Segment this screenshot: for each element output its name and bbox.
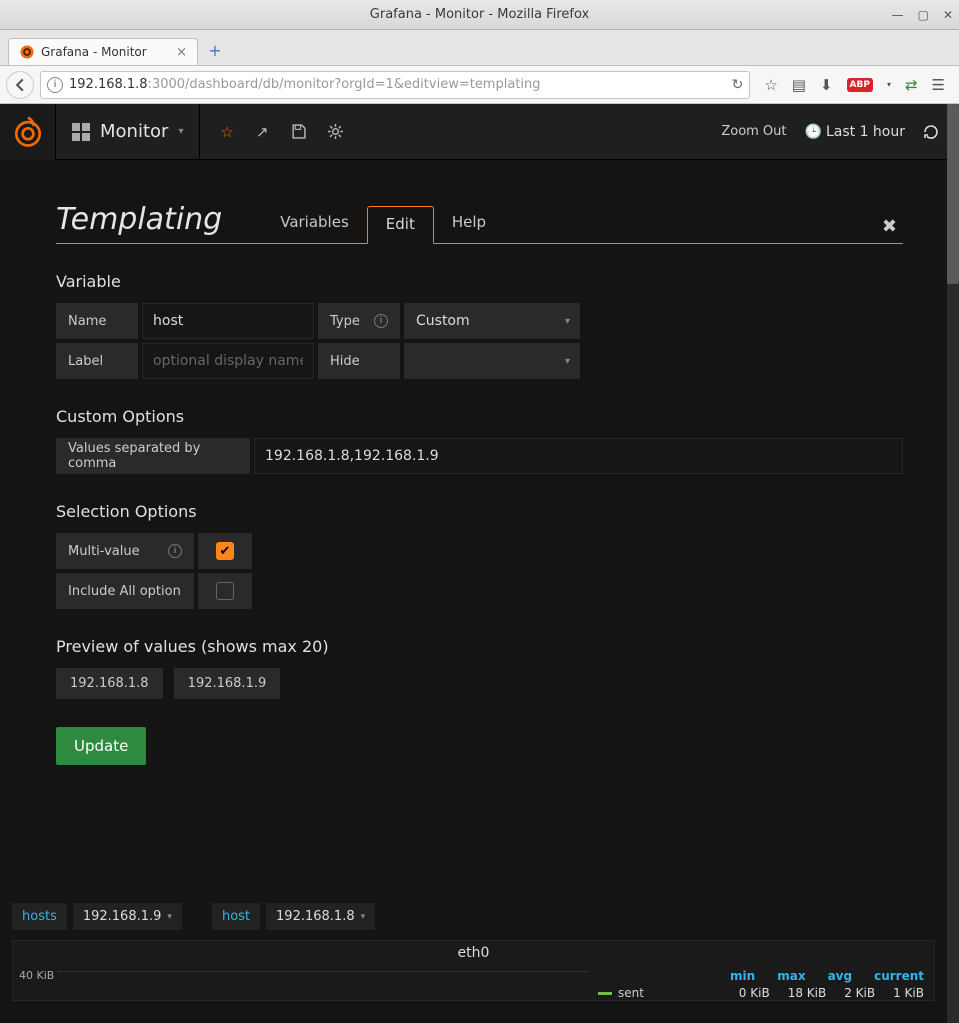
tab-edit[interactable]: Edit [367,206,434,244]
var-hosts-picker[interactable]: 192.168.1.9▾ [73,903,182,930]
url-bar[interactable]: i 192.168.1.8:3000/dashboard/db/monitor?… [40,71,750,99]
zoom-out-button[interactable]: Zoom Out [721,124,786,139]
grafana-app: Monitor ▾ ☆ ↗ Zoom Out 🕒Last 1 hour Te [0,104,959,1023]
legend-head-avg[interactable]: avg [828,969,853,983]
clock-icon: 🕒 [805,124,822,140]
library-icon[interactable]: ▤ [792,76,806,94]
time-picker[interactable]: 🕒Last 1 hour [805,124,905,140]
preview-tag: 192.168.1.9 [174,668,281,699]
new-tab-button[interactable]: + [204,39,226,61]
tab-variables[interactable]: Variables [262,205,367,243]
values-input[interactable] [265,448,892,464]
type-select[interactable]: Custom [404,303,580,339]
section-preview: Preview of values (shows max 20) [56,637,903,656]
browser-tab[interactable]: Grafana - Monitor × [8,38,198,65]
section-custom-options: Custom Options [56,407,903,426]
update-button[interactable]: Update [56,727,146,765]
share-icon[interactable]: ↗ [256,123,269,141]
legend-head-min[interactable]: min [730,969,755,983]
sync-icon[interactable]: ⇄ [905,76,918,94]
grafana-favicon-icon [19,44,35,60]
window-title: Grafana - Monitor - Mozilla Firefox [370,7,589,22]
series-name: sent [618,986,644,1000]
multivalue-label: Multi-valuei [56,533,194,569]
grafana-logo-icon[interactable] [0,104,56,160]
preview-tag: 192.168.1.8 [56,668,163,699]
window-close-icon[interactable]: ✕ [943,8,953,22]
scrollbar-track[interactable] [947,104,959,1023]
yaxis-tick: 40 KiB [19,969,54,982]
include-all-checkbox[interactable] [198,573,252,609]
series-swatch-icon [598,992,612,995]
grafana-header: Monitor ▾ ☆ ↗ Zoom Out 🕒Last 1 hour [0,104,959,160]
label-label: Label [56,343,138,379]
dashboard-title: Monitor [100,121,168,142]
site-info-icon[interactable]: i [47,77,63,93]
include-all-label: Include All option [56,573,194,609]
browser-tabstrip: Grafana - Monitor × + [0,30,959,66]
label-input[interactable] [153,353,303,369]
window-maximize-icon[interactable]: ▢ [918,8,929,22]
browser-tab-title: Grafana - Monitor [41,45,147,59]
var-hosts-label: hosts [12,903,67,930]
back-button[interactable] [6,71,34,99]
panel-eth0: eth0 40 KiB min max avg current sent [12,940,935,1001]
tab-close-icon[interactable]: × [176,45,187,60]
panel-title: eth0 [13,941,934,965]
chart-gridline [57,971,588,972]
bookmark-star-icon[interactable]: ☆ [764,76,777,94]
adblock-icon[interactable]: ABP [847,78,873,92]
section-selection-options: Selection Options [56,502,903,521]
hide-select[interactable] [404,343,580,379]
tab-help[interactable]: Help [434,205,504,243]
type-label: Typei [318,303,400,339]
multivalue-checkbox[interactable]: ✔ [198,533,252,569]
save-icon[interactable] [291,124,306,139]
editor-title: Templating [56,202,222,243]
hide-label: Hide [318,343,400,379]
legend-series-sent[interactable]: sent 0 KiB 18 KiB 2 KiB 1 KiB [598,986,924,1000]
name-input[interactable] [153,313,303,329]
editor-close-icon[interactable]: ✖ [876,210,903,243]
refresh-icon[interactable] [923,124,939,140]
dashboard-grid-icon [72,123,90,141]
scrollbar-thumb[interactable] [947,104,959,284]
legend-head-max[interactable]: max [777,969,805,983]
reload-icon[interactable]: ↻ [732,77,744,93]
var-host-label: host [212,903,260,930]
values-label: Values separated by comma [56,438,250,474]
star-icon[interactable]: ☆ [220,123,233,141]
downloads-icon[interactable]: ⬇ [820,76,833,94]
window-titlebar: Grafana - Monitor - Mozilla Firefox — ▢ … [0,0,959,30]
name-label: Name [56,303,138,339]
window-minimize-icon[interactable]: — [892,8,904,22]
dashboard-picker[interactable]: Monitor ▾ [56,104,200,160]
section-variable: Variable [56,272,903,291]
legend-head-current[interactable]: current [874,969,924,983]
browser-navbar: i 192.168.1.8:3000/dashboard/db/monitor?… [0,66,959,104]
type-help-icon[interactable]: i [374,314,388,328]
var-host-picker[interactable]: 192.168.1.8▾ [266,903,375,930]
multivalue-help-icon[interactable]: i [168,544,182,558]
url-text: 192.168.1.8:3000/dashboard/db/monitor?or… [69,77,726,92]
chart-area[interactable]: 40 KiB [13,965,594,1000]
dashboard-preview: hosts 192.168.1.9▾ host 192.168.1.8▾ eth… [0,895,947,1023]
settings-gear-icon[interactable] [328,124,343,139]
chevron-down-icon: ▾ [178,126,183,137]
templating-editor: Templating Variables Edit Help ✖ Variabl… [0,160,959,785]
hamburger-menu-icon[interactable]: ☰ [932,76,945,94]
